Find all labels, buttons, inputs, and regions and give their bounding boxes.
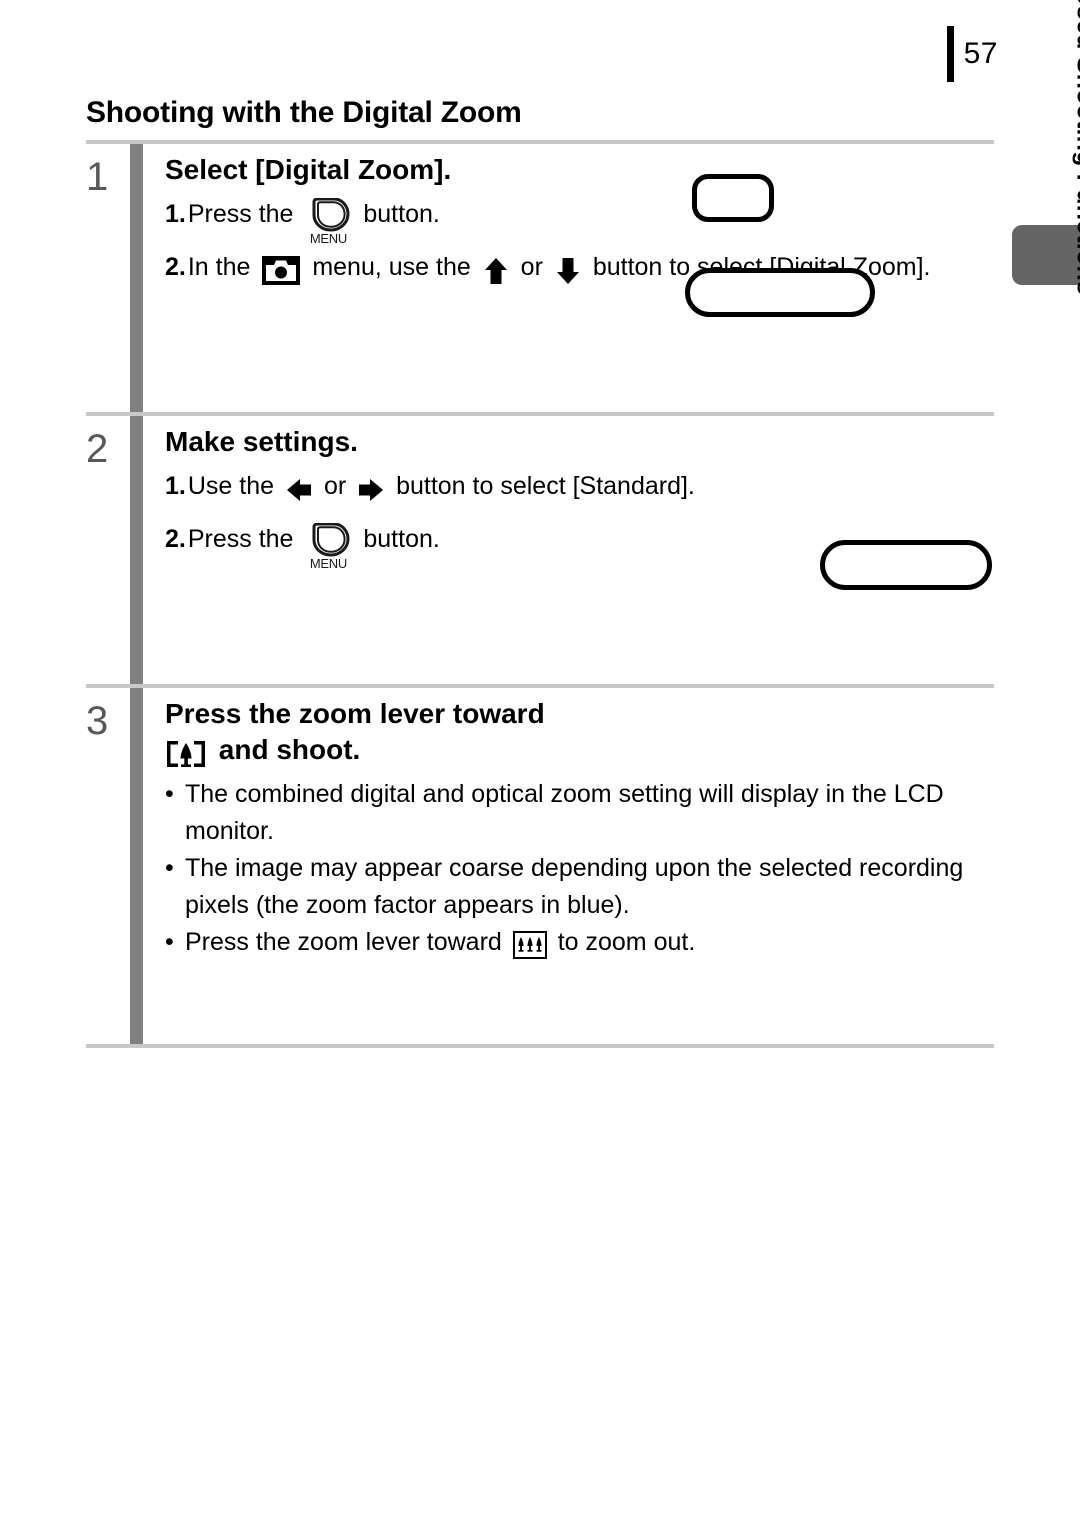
substep-text: Use the or button to select [Standard]. (188, 468, 994, 505)
arrow-down-icon (555, 257, 581, 285)
step-1-body: Select [Digital Zoom]. 1. Press the MENU… (165, 144, 994, 294)
step-3-body: Press the zoom lever toward and shoot. •… (165, 688, 994, 967)
substep-text-after: button. (363, 200, 440, 228)
substep-text: Press the MENU button. (187, 196, 994, 245)
bullet-text: The image may appear coarse depending up… (185, 854, 964, 919)
illustration-rounded-button-small (692, 174, 774, 222)
substep-marker: 2. (165, 253, 186, 281)
step-divider-bottom (86, 1044, 994, 1048)
manual-page: 57 Shooting with the Digital Zoom 1 Sele… (0, 0, 1080, 1521)
substep-marker: 2. (165, 525, 186, 553)
substep-text-after: button. (363, 525, 440, 553)
bullet-item: • The combined digital and optical zoom … (165, 776, 994, 850)
bullet-text: The combined digital and optical zoom se… (185, 780, 944, 845)
bullet-item: • The image may appear coarse depending … (165, 850, 994, 924)
wide-angle-icon (511, 930, 548, 961)
step-3-accent-bar (130, 688, 143, 1044)
step-1-title: Select [Digital Zoom]. (165, 154, 452, 185)
bullet-item: • Press the zoom lever toward to zoom ou… (165, 924, 994, 961)
step-3-title-line2: and shoot. (218, 734, 361, 765)
substep-text: In the menu, use the or button to select… (188, 249, 994, 286)
page-title: Shooting with the Digital Zoom (86, 96, 522, 129)
menu-button-label: MENU (309, 231, 347, 247)
telephoto-icon (165, 739, 207, 769)
step-3-title-line1: Press the zoom lever toward (165, 698, 545, 729)
bullet-dot: • (165, 780, 174, 808)
step-2-number: 2 (86, 427, 109, 471)
bullet-dot: • (165, 928, 174, 956)
bullet-text: Press the zoom lever toward to zoom out. (185, 924, 994, 961)
arrow-right-icon (358, 476, 384, 504)
page-number-block: 57 (946, 26, 998, 82)
step-3: 3 Press the zoom lever toward and shoot.… (86, 688, 994, 1044)
step-1-accent-bar (130, 144, 143, 412)
menu-button-label: MENU (309, 556, 347, 572)
step-3-number: 3 (86, 699, 109, 743)
menu-button-icon: MENU (306, 198, 350, 247)
step-2-title: Make settings. (165, 426, 358, 457)
substep-marker: 1. (165, 200, 186, 228)
bullet-text-after: to zoom out. (557, 928, 696, 956)
substep-text-mid: or (323, 472, 347, 500)
bullet-text-before: Press the zoom lever toward (185, 928, 502, 956)
illustration-rounded-button-wide (685, 268, 875, 317)
substep-text-mid2: or (520, 253, 543, 281)
arrow-left-icon (286, 476, 312, 504)
step-2-accent-bar (130, 416, 143, 684)
step-2-substep-1: 1. Use the or button to select [Standard… (165, 468, 994, 505)
page-number: 57 (963, 37, 998, 70)
substep-text-before: Use the (187, 472, 275, 500)
camera-rec-menu-icon (262, 255, 301, 285)
side-tab-label: Commonly Used Shooting Functions (1071, 0, 1080, 295)
step-1-substeps: 1. Press the MENU button. 2. In the menu… (165, 196, 994, 286)
step-1-substep-1: 1. Press the MENU button. (165, 196, 994, 245)
bullet-dot: • (165, 854, 174, 882)
menu-button-icon: MENU (306, 523, 350, 572)
illustration-rounded-button-wide-2 (820, 540, 992, 590)
step-3-title: Press the zoom lever toward and shoot. (165, 696, 994, 768)
substep-text-after: button to select [Standard]. (396, 472, 695, 500)
substep-marker: 1. (165, 472, 186, 500)
arrow-up-icon (483, 257, 509, 285)
substep-text-mid: menu, use the (312, 253, 471, 281)
substep-text-before: Press the (187, 525, 294, 553)
step-1-number: 1 (86, 155, 109, 199)
page-number-rule (946, 26, 954, 82)
step-3-bullets: • The combined digital and optical zoom … (165, 776, 994, 961)
substep-text-before: Press the (187, 200, 294, 228)
substep-text-before: In the (187, 253, 251, 281)
